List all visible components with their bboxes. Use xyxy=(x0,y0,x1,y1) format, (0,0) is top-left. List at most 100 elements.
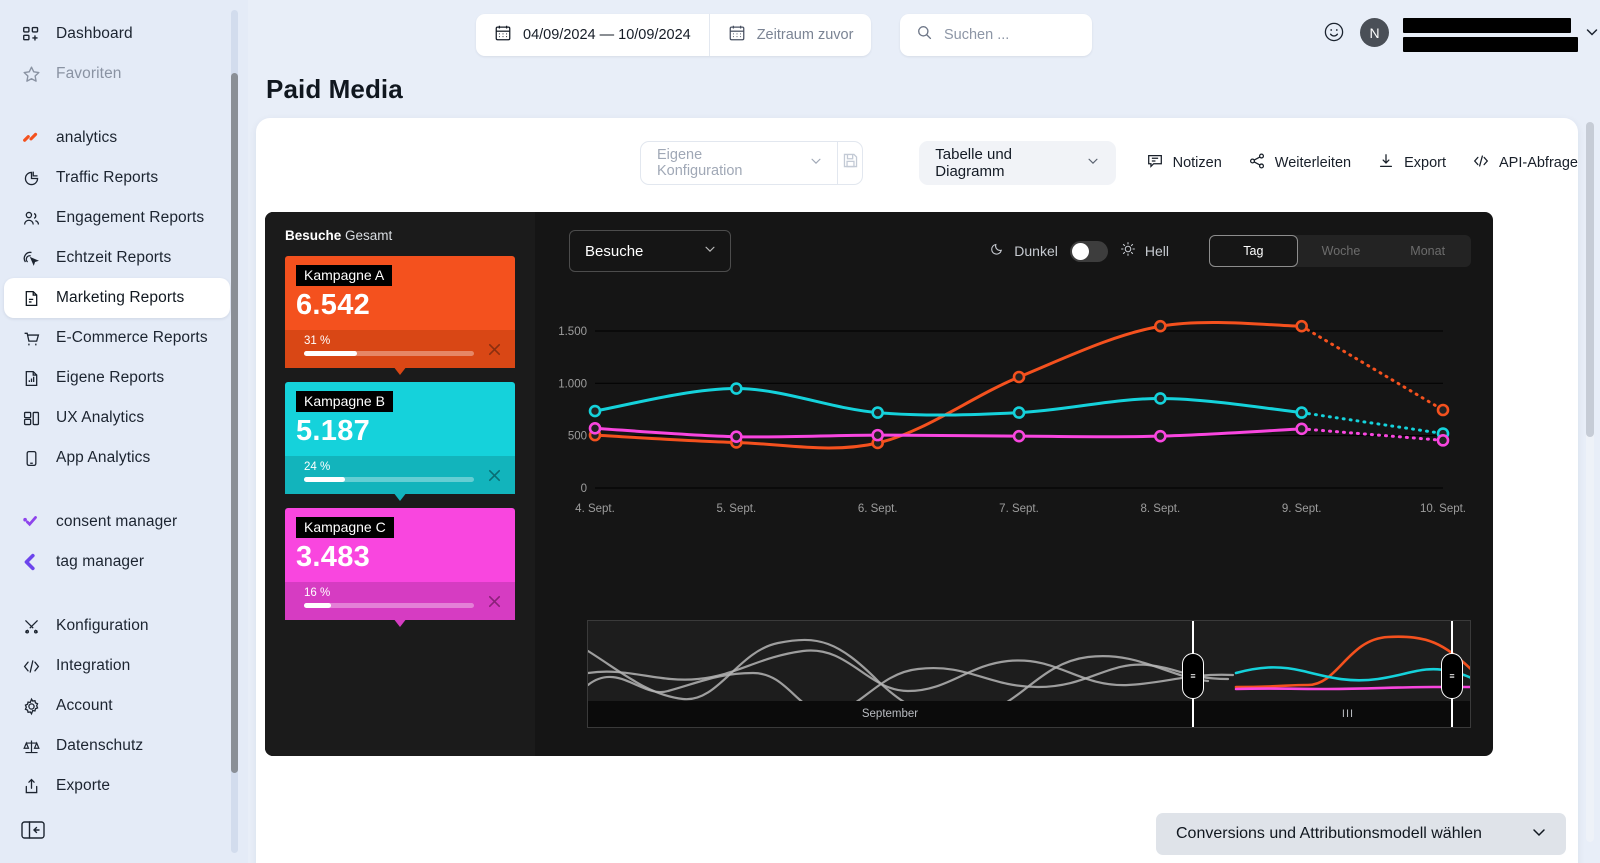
page-scrollbar[interactable] xyxy=(1586,122,1594,842)
kpi-percent-symbol: % xyxy=(320,587,330,599)
date-range-picker[interactable]: 04/09/2024 — 10/09/2024 xyxy=(476,14,709,56)
api-query-button[interactable]: API-Abfrage xyxy=(1472,152,1578,174)
sidebar-item-consent-manager[interactable]: consent manager xyxy=(4,502,230,542)
sidebar-item-marketing-reports[interactable]: Marketing Reports xyxy=(4,278,230,318)
sidebar-item-label: Engagement Reports xyxy=(56,209,204,227)
granularity-woche[interactable]: Woche xyxy=(1298,235,1385,267)
sidebar-item-analytics[interactable]: analytics xyxy=(4,118,230,158)
config-select[interactable]: Eigene Konfiguration xyxy=(641,142,837,184)
consent-brand-icon xyxy=(20,511,42,533)
svg-text:10. Sept.: 10. Sept. xyxy=(1420,503,1466,515)
granularity-tag[interactable]: Tag xyxy=(1209,235,1298,267)
kpi-card-close-button[interactable] xyxy=(474,582,515,620)
sidebar-item-engagement-reports[interactable]: Engagement Reports xyxy=(4,198,230,238)
drag-grip-icon[interactable]: ≡ xyxy=(1182,653,1204,699)
main-area: 04/09/2024 — 10/09/2024 Zeitraum zuvor xyxy=(248,0,1600,863)
drag-grip-icon[interactable]: ≡ xyxy=(1441,653,1463,699)
kpi-card-value: 3.483 xyxy=(296,541,504,574)
compare-period-button[interactable]: Zeitraum zuvor xyxy=(709,14,872,56)
sidebar-item-konfiguration[interactable]: Konfiguration xyxy=(4,606,230,646)
metric-select[interactable]: Besuche xyxy=(569,230,731,272)
chevron-down-icon xyxy=(809,154,823,172)
sidebar-group-main: Dashboard Favoriten xyxy=(0,14,248,94)
chart-minimap[interactable]: September III ≡ ≡ xyxy=(587,620,1471,728)
view-mode-select[interactable]: Tabelle und Diagramm xyxy=(919,141,1115,185)
sidebar-divider xyxy=(0,478,248,502)
save-config-button[interactable] xyxy=(837,142,862,184)
sidebar-item-integration[interactable]: Integration xyxy=(4,646,230,686)
minimap-handle-left[interactable]: ≡ xyxy=(1192,620,1194,728)
attribution-select[interactable]: Conversions und Attributionsmodell wähle… xyxy=(1156,813,1566,855)
svg-text:9. Sept.: 9. Sept. xyxy=(1282,503,1322,515)
gear-icon xyxy=(20,695,42,717)
sidebar-item-traffic-reports[interactable]: Traffic Reports xyxy=(4,158,230,198)
sidebar-item-label: Account xyxy=(56,697,113,715)
collapse-panel-icon[interactable] xyxy=(20,819,46,841)
sidebar-item-label: Traffic Reports xyxy=(56,169,158,187)
sun-icon xyxy=(1120,241,1136,262)
sidebar-item-favoriten[interactable]: Favoriten xyxy=(4,54,230,94)
minimap-handle-right[interactable]: ≡ xyxy=(1451,620,1453,728)
kpi-card-bottom: 24 % xyxy=(285,456,515,494)
code-icon xyxy=(1472,152,1490,174)
granularity-monat[interactable]: Monat xyxy=(1384,235,1471,267)
search-icon xyxy=(916,24,933,46)
kpi-card-progress: 31 % xyxy=(285,330,474,368)
forward-button[interactable]: Weiterleiten xyxy=(1248,152,1351,174)
smiley-icon[interactable] xyxy=(1322,20,1346,44)
sidebar-item-eigene-reports[interactable]: Eigene Reports xyxy=(4,358,230,398)
sidebar-item-ecommerce-reports[interactable]: E-Commerce Reports xyxy=(4,318,230,358)
kpi-card-top: Kampagne B 5.187 xyxy=(285,382,515,456)
kpi-card-notch xyxy=(393,366,407,375)
kpi-progress-fill xyxy=(304,477,345,482)
search-input[interactable]: Suchen ... xyxy=(900,14,1092,56)
sidebar-item-exporte[interactable]: Exporte xyxy=(4,766,230,806)
kpi-card[interactable]: Kampagne C 3.483 16 % xyxy=(285,508,515,620)
topbar: 04/09/2024 — 10/09/2024 Zeitraum zuvor xyxy=(248,0,1600,70)
kpi-card[interactable]: Kampagne B 5.187 24 % xyxy=(285,382,515,494)
sidebar-divider xyxy=(0,94,248,118)
sidebar-item-label: Favoriten xyxy=(56,65,122,83)
page-scrollbar-thumb[interactable] xyxy=(1586,122,1594,437)
sidebar-item-datenschutz[interactable]: Datenschutz xyxy=(4,726,230,766)
kpi-cards-title-suffix: Gesamt xyxy=(341,228,392,243)
export-button[interactable]: Export xyxy=(1377,152,1446,174)
mobile-icon xyxy=(20,447,42,469)
kpi-progress-fill xyxy=(304,603,331,608)
minimap-month-label: September xyxy=(588,708,1192,720)
svg-text:5. Sept.: 5. Sept. xyxy=(717,503,757,515)
sidebar-item-dashboard[interactable]: Dashboard xyxy=(4,14,230,54)
sidebar-item-label: Exporte xyxy=(56,777,110,795)
sidebar-group-analytics: analytics Traffic Reports Engagement xyxy=(0,118,248,478)
line-chart[interactable]: 05001.0001.5004. Sept.5. Sept.6. Sept.7.… xyxy=(535,290,1471,540)
compare-period-label: Zeitraum zuvor xyxy=(757,27,854,43)
kpi-card-progress: 24 % xyxy=(285,456,474,494)
svg-text:8. Sept.: 8. Sept. xyxy=(1141,503,1181,515)
sidebar-item-tag-manager[interactable]: tag manager xyxy=(4,542,230,582)
sidebar-item-echtzeit-reports[interactable]: Echtzeit Reports xyxy=(4,238,230,278)
kpi-card-bottom: 16 % xyxy=(285,582,515,620)
sidebar-item-label: Echtzeit Reports xyxy=(56,249,171,267)
kpi-cards-title-metric: Besuche xyxy=(285,228,341,243)
sidebar-item-app-analytics[interactable]: App Analytics xyxy=(4,438,230,478)
scales-icon xyxy=(20,735,42,757)
kpi-card-close-button[interactable] xyxy=(474,330,515,368)
tag-brand-icon xyxy=(20,551,42,573)
download-icon xyxy=(1377,152,1395,174)
theme-toggle-switch[interactable] xyxy=(1070,241,1108,262)
kpi-card[interactable]: Kampagne A 6.542 31 % xyxy=(285,256,515,368)
config-select-label: Eigene Konfiguration xyxy=(657,147,783,179)
sidebar-item-ux-analytics[interactable]: UX Analytics xyxy=(4,398,230,438)
sidebar-scrollbar[interactable] xyxy=(231,10,238,853)
export-label: Export xyxy=(1404,155,1446,171)
star-icon xyxy=(20,63,42,85)
svg-text:7. Sept.: 7. Sept. xyxy=(999,503,1039,515)
sidebar-scrollbar-thumb[interactable] xyxy=(231,73,238,773)
chevron-down-icon xyxy=(1086,154,1100,172)
sidebar-item-account[interactable]: Account xyxy=(4,686,230,726)
avatar[interactable]: N xyxy=(1360,18,1389,47)
notes-button[interactable]: Notizen xyxy=(1146,152,1222,174)
chevron-down-icon[interactable] xyxy=(1584,24,1600,45)
analytics-brand-icon xyxy=(20,127,42,149)
kpi-card-close-button[interactable] xyxy=(474,456,515,494)
